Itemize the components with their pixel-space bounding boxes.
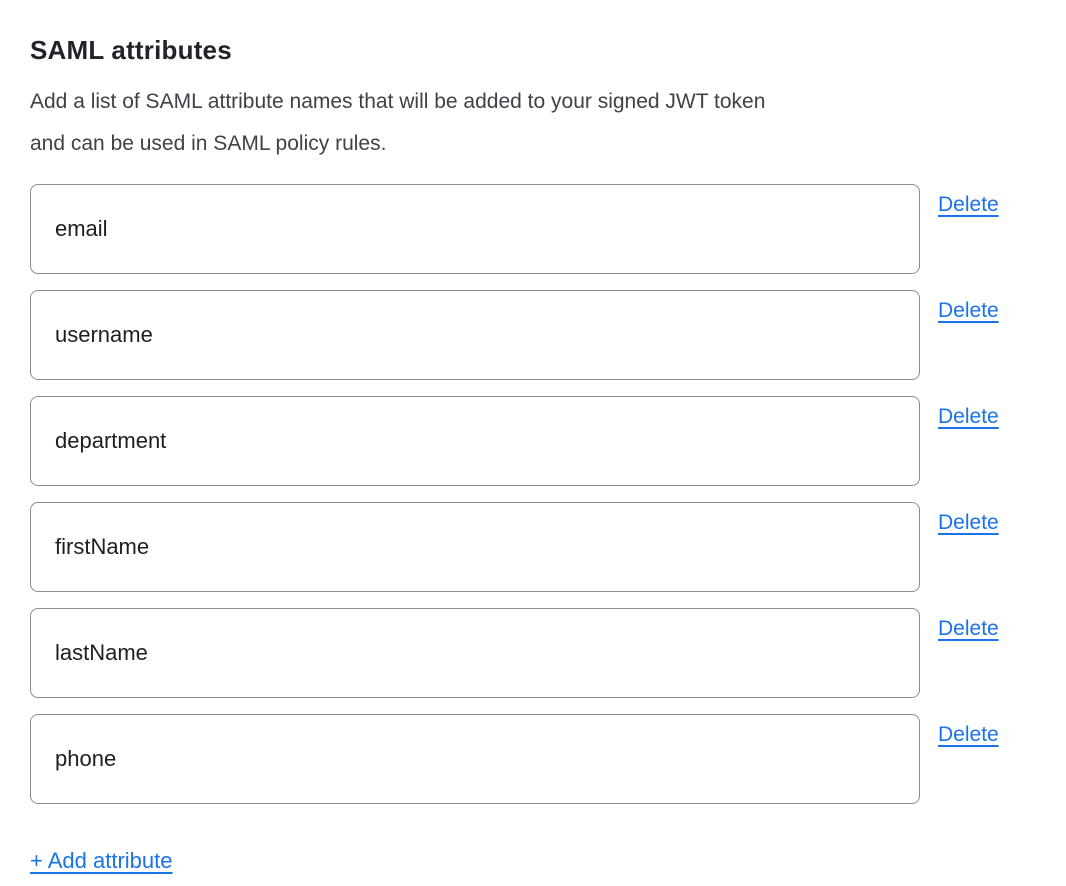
add-attribute-link[interactable]: + Add attribute [30,847,173,874]
attribute-input-email[interactable] [30,184,920,274]
attribute-row: Delete [30,290,1036,380]
attribute-input-department[interactable] [30,396,920,486]
delete-link[interactable]: Delete [938,192,999,218]
attribute-input-firstname[interactable] [30,502,920,592]
attribute-row: Delete [30,714,1036,804]
attribute-row: Delete [30,608,1036,698]
section-title: SAML attributes [30,34,1036,66]
attribute-input-lastname[interactable] [30,608,920,698]
saml-attributes-section: SAML attributes Add a list of SAML attri… [0,0,1066,886]
section-description: Add a list of SAML attribute names that … [30,81,1036,165]
delete-link[interactable]: Delete [938,616,999,642]
attribute-row: Delete [30,502,1036,592]
delete-link[interactable]: Delete [938,722,999,748]
section-description-line-2: and can be used in SAML policy rules. [30,132,386,155]
delete-link[interactable]: Delete [938,510,999,536]
attribute-row: Delete [30,396,1036,486]
delete-link[interactable]: Delete [938,404,999,430]
section-description-line-1: Add a list of SAML attribute names that … [30,90,765,113]
attribute-row: Delete [30,184,1036,274]
attribute-input-phone[interactable] [30,714,920,804]
attribute-list: Delete Delete Delete Delete Delete Delet… [30,184,1036,804]
delete-link[interactable]: Delete [938,298,999,324]
attribute-input-username[interactable] [30,290,920,380]
